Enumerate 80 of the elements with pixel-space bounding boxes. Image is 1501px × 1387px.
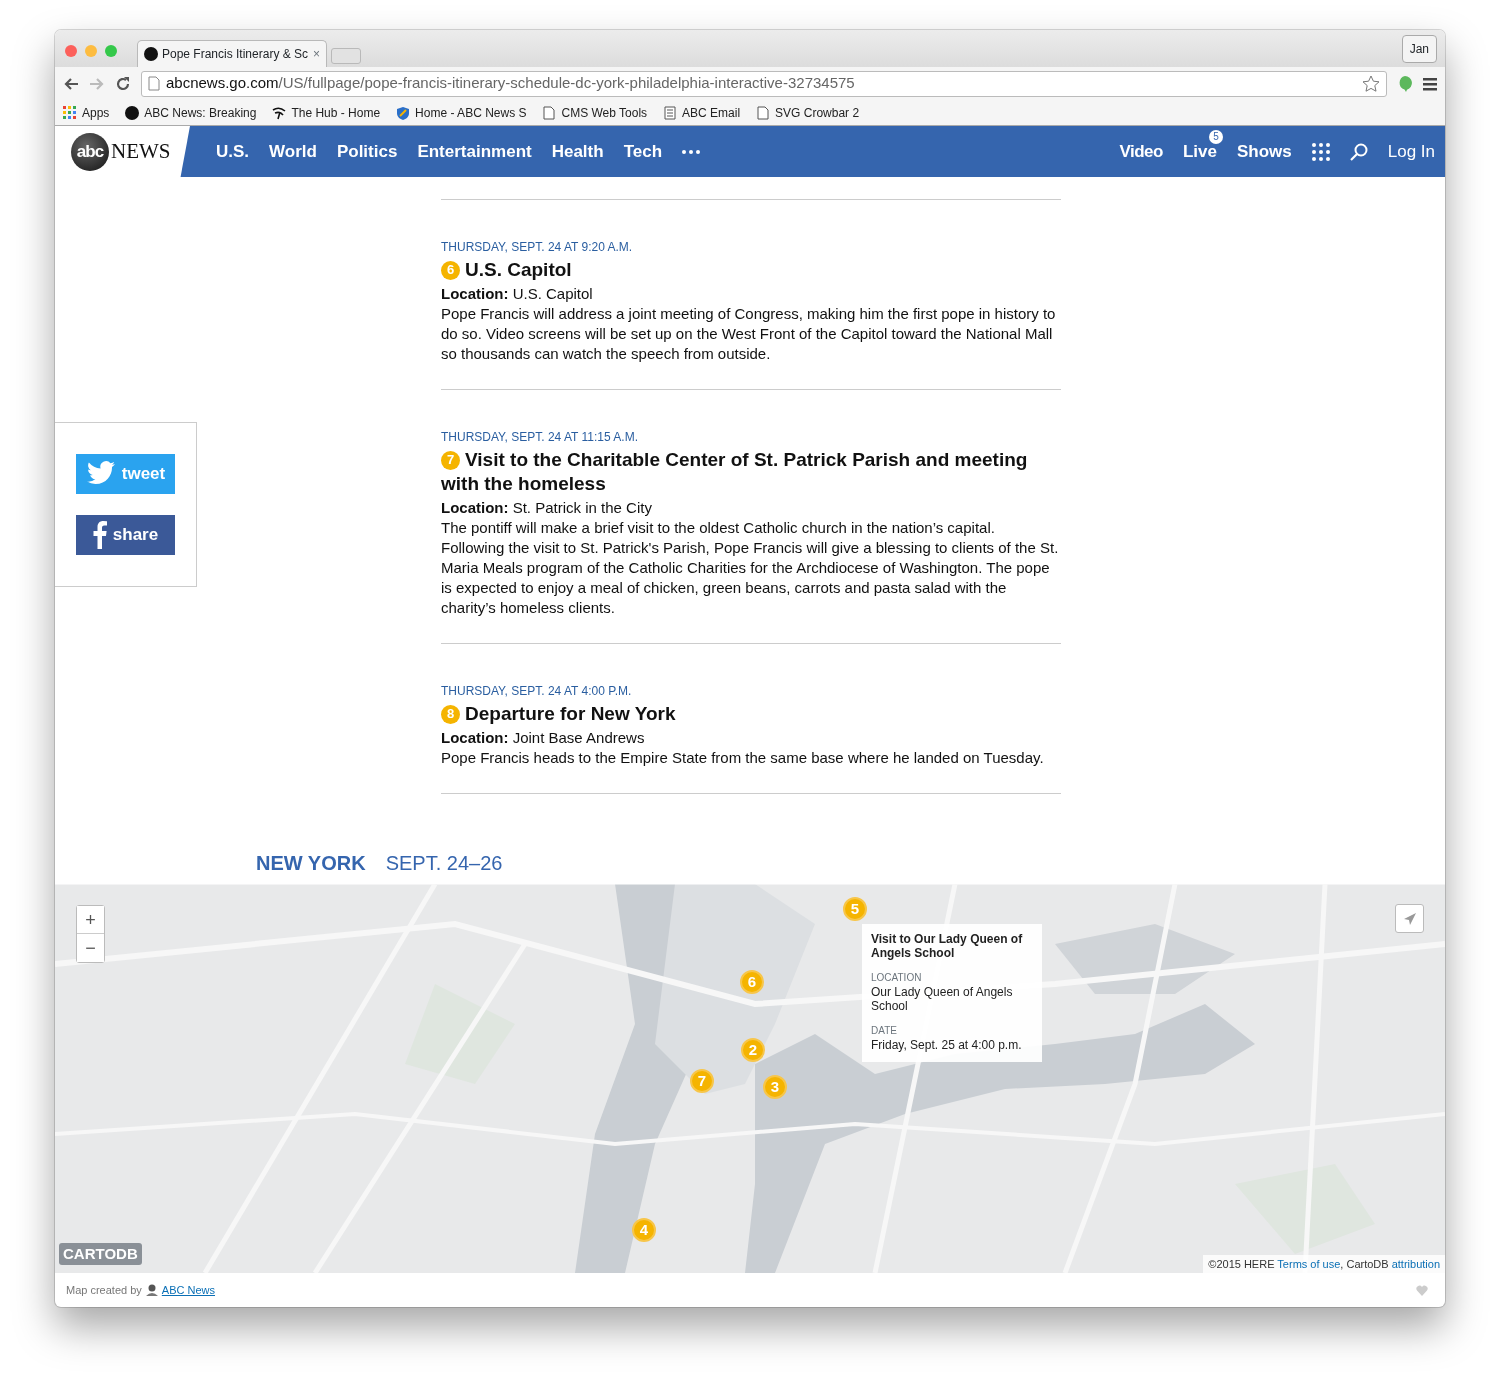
event-location: Location: St. Patrick in the City bbox=[441, 498, 653, 518]
abc-news-logo[interactable]: abc NEWS bbox=[55, 126, 190, 177]
number-marker: 6 bbox=[441, 260, 460, 280]
share-button[interactable]: share bbox=[76, 515, 175, 555]
nav-link[interactable]: Tech bbox=[623, 138, 663, 165]
bookmark-link[interactable]: ABC Email bbox=[663, 103, 741, 122]
forward-icon[interactable] bbox=[89, 76, 105, 91]
page-icon bbox=[756, 105, 771, 120]
profile-button[interactable]: Jan bbox=[1401, 35, 1437, 63]
nav-link[interactable]: Entertainment bbox=[417, 138, 532, 165]
cartodb-logo: CARTODB bbox=[59, 1242, 142, 1265]
nav-link[interactable]: World bbox=[269, 138, 317, 165]
live-link[interactable]: Live bbox=[1182, 141, 1217, 161]
event-description: Pope Francis will address a joint meeting of Congress, making him the first pope in history to do so. Video screens will be set up on the West Front of the Capitol toward the National Mall so thousands can watch the speech from outside. bbox=[441, 304, 1057, 364]
date-value: Friday, Sept. 25 at 4:00 p.m. bbox=[871, 1038, 1023, 1052]
bookmark-link[interactable]: The Hub - Home bbox=[272, 103, 381, 122]
apps-icon bbox=[63, 105, 77, 120]
grid-menu-icon[interactable] bbox=[1311, 142, 1330, 161]
count-badge: 5 bbox=[1208, 129, 1223, 144]
event-title: 6 U.S. Capitol bbox=[441, 258, 1061, 282]
zoom-in-button[interactable]: + bbox=[77, 906, 104, 934]
hub-logo-icon bbox=[272, 105, 287, 120]
arrow-icon bbox=[1402, 911, 1417, 926]
event-description: The pontiff will make a brief visit to the oldest Catholic church in the nation’s capital. Following the visit to St. Patrick's Parish, Pope Francis will give a blessing to clients of the St. Maria Meals program of the Catholic Charities for the Archdiocese of Washington. The pope is expected to enjoy a meal of chicken, green beans, carrots and pasta salad with the charity’s homeless clients. bbox=[441, 518, 1060, 618]
search-icon[interactable] bbox=[1349, 142, 1368, 161]
f-logo-icon bbox=[92, 521, 107, 549]
popup-title: Visit to Our Lady Queen of Angels School bbox=[871, 932, 1024, 960]
bookmark-star-icon[interactable] bbox=[1362, 74, 1380, 93]
event-location: Location: U.S. Capitol bbox=[441, 284, 594, 304]
event-title: 7 Visit to the Charitable Center of St. Patrick Parish and meeting with the homeless bbox=[441, 448, 1029, 496]
close-tab-button[interactable]: × bbox=[313, 45, 320, 63]
bookmark-link[interactable]: Home - ABC News S bbox=[396, 103, 527, 122]
tab-title: Pope Francis Itinerary & Sc bbox=[162, 46, 309, 63]
shield-icon bbox=[396, 105, 411, 120]
page-icon bbox=[148, 76, 160, 91]
bookmark-link[interactable]: CMS Web Tools bbox=[542, 103, 648, 122]
reload-icon[interactable] bbox=[115, 75, 131, 92]
locate-button[interactable] bbox=[1395, 904, 1424, 933]
nav-link[interactable]: U.S. bbox=[216, 138, 250, 165]
heart-icon[interactable] bbox=[1416, 1284, 1428, 1296]
event-date: THURSDAY, SEPT. 24 AT 9:20 A.M. bbox=[441, 239, 634, 256]
favicon-icon bbox=[144, 47, 158, 61]
close-window-button[interactable] bbox=[65, 45, 77, 57]
city-name: NEW YORK bbox=[256, 851, 366, 876]
address-bar[interactable]: abcnews.go.com/US/fullpage/pope-francis-itinerary-schedule-dc-york-philadelphia-interactive-32734575 bbox=[141, 70, 1387, 97]
event-location: Location: Joint Base Andrews bbox=[441, 728, 646, 748]
nav-link[interactable]: Log In bbox=[1387, 138, 1435, 165]
event-title: 8 Departure for New York bbox=[441, 702, 1061, 726]
page-icon bbox=[542, 105, 557, 120]
number-marker: 7 bbox=[441, 450, 460, 470]
bird-icon bbox=[85, 461, 116, 487]
nav-link[interactable]: Shows bbox=[1236, 138, 1292, 165]
browser-tab[interactable]: Pope Francis Itinerary & Sc × bbox=[137, 40, 327, 67]
maximize-window-button[interactable] bbox=[105, 45, 117, 57]
credit-text: Map created by bbox=[66, 1282, 142, 1298]
new-tab-button[interactable] bbox=[331, 48, 361, 64]
bookmark-link[interactable]: Apps bbox=[63, 103, 110, 122]
event-description: Pope Francis heads to the Empire State from the same base where he landed on Tuesday. bbox=[441, 748, 1045, 768]
field-label: DATE bbox=[871, 1024, 898, 1038]
nav-link[interactable]: Health bbox=[551, 138, 604, 165]
url-text: abcnews.go.com/US/fullpage/pope-francis-itinerary-schedule-dc-york-philadelphia-interactive-32734575 bbox=[166, 73, 855, 94]
more-icon[interactable] bbox=[682, 149, 701, 154]
attribution-link[interactable]: attribution bbox=[1391, 1257, 1440, 1270]
document-icon bbox=[663, 105, 678, 120]
menu-icon[interactable] bbox=[1423, 76, 1437, 91]
date-range: SEPT. 24–26 bbox=[385, 851, 503, 876]
abc-logo-icon bbox=[125, 105, 140, 120]
number-marker: 8 bbox=[441, 704, 460, 724]
event-date: THURSDAY, SEPT. 24 AT 11:15 A.M. bbox=[441, 429, 639, 446]
credit-link[interactable]: ABC News bbox=[161, 1281, 215, 1299]
person-icon bbox=[145, 1284, 158, 1296]
nav-link[interactable]: Video bbox=[1119, 138, 1163, 165]
back-icon[interactable] bbox=[63, 76, 79, 91]
location-value: Our Lady Queen of Angels School bbox=[871, 985, 1014, 1013]
event-date: THURSDAY, SEPT. 24 AT 4:00 P.M. bbox=[441, 683, 633, 700]
speech-bubble-icon[interactable] bbox=[1397, 74, 1413, 93]
nav-link[interactable]: Politics bbox=[336, 138, 398, 165]
bookmark-link[interactable]: ABC News: Breaking bbox=[125, 103, 257, 122]
field-label: LOCATION bbox=[871, 971, 923, 985]
bookmark-link[interactable]: SVG Crowbar 2 bbox=[756, 103, 860, 122]
